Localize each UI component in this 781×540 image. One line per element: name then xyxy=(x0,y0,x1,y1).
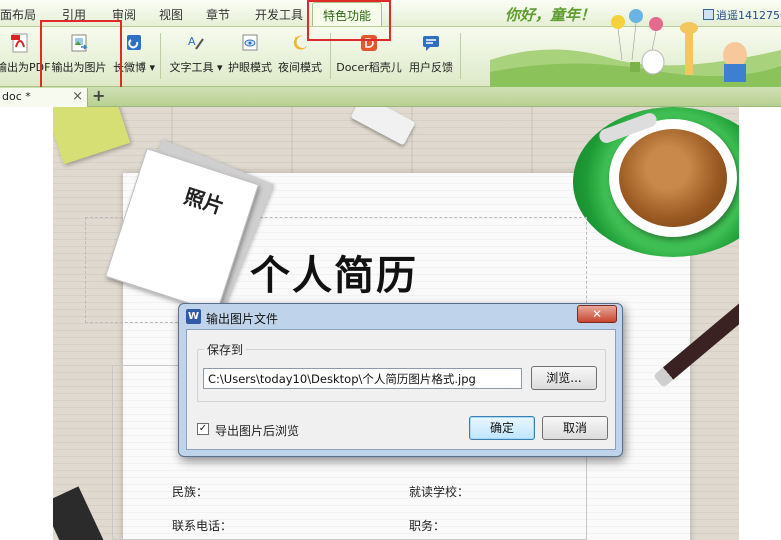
svg-text:A: A xyxy=(188,35,196,48)
feedback-button[interactable]: 用户反馈 xyxy=(406,29,456,85)
docer-label: Docer稻壳儿 xyxy=(336,61,402,74)
eye-mode-button[interactable]: 护眼模式 xyxy=(226,29,274,85)
document-tab[interactable]: doc * × xyxy=(0,88,88,107)
ribbon-separator xyxy=(460,33,461,79)
document-tab-strip: doc * × + xyxy=(0,86,781,107)
export-pdf-button[interactable]: 输出为PDF xyxy=(0,29,51,85)
browse-button[interactable]: 浏览... xyxy=(531,366,597,390)
resume-title[interactable]: 个人简历 xyxy=(250,243,418,301)
menu-tab-developer[interactable]: 开发工具 xyxy=(255,6,303,23)
text-tools-button[interactable]: A 文字工具 ▾ xyxy=(168,29,224,85)
field-school[interactable]: 就读学校： xyxy=(409,483,469,500)
browse-after-export-label[interactable]: 导出图片后浏览 xyxy=(215,422,299,439)
export-image-dialog: W 输出图片文件 ✕ 保存到 浏览... ✓ 导出图片后浏览 确定 取消 xyxy=(178,303,623,457)
coffee-decoration xyxy=(619,129,727,227)
dialog-body: 保存到 浏览... ✓ 导出图片后浏览 确定 取消 xyxy=(186,329,616,450)
text-tools-icon: A xyxy=(188,35,204,50)
document-tab-name: doc * xyxy=(2,90,31,103)
theme-banner: 你好，童年！ 逍遥1412756 xyxy=(490,0,781,87)
export-pdf-label: 输出为PDF xyxy=(0,61,51,74)
save-path-input[interactable] xyxy=(203,368,522,389)
eye-icon xyxy=(242,34,258,51)
text-tools-label: 文字工具 ▾ xyxy=(169,61,223,74)
menu-tab-view[interactable]: 视图 xyxy=(159,6,183,23)
photo-label: 照片 xyxy=(181,183,227,219)
ok-button[interactable]: 确定 xyxy=(469,416,535,440)
field-phone[interactable]: 联系电话： xyxy=(172,517,232,534)
cancel-button[interactable]: 取消 xyxy=(542,416,608,440)
feedback-icon xyxy=(423,36,439,51)
account-icon xyxy=(703,9,714,20)
weibo-icon xyxy=(127,35,141,50)
night-mode-label: 夜间模式 xyxy=(278,61,322,74)
menu-tab-page-layout[interactable]: 页面布局 xyxy=(0,6,36,23)
banner-title: 你好，童年！ xyxy=(505,6,596,24)
sticky-note-decoration xyxy=(53,107,131,165)
field-ethnicity[interactable]: 民族： xyxy=(172,483,208,500)
new-tab-button[interactable]: + xyxy=(92,86,105,105)
save-to-label: 保存到 xyxy=(204,341,247,358)
eye-mode-label: 护眼模式 xyxy=(228,61,272,74)
pen-decoration xyxy=(653,292,739,388)
ribbon-separator xyxy=(160,33,161,79)
highlight-export-image-button xyxy=(40,20,122,91)
phone-decoration xyxy=(53,486,104,540)
highlight-special-features-tab xyxy=(307,0,391,41)
wps-writer-icon: W xyxy=(186,309,201,324)
usb-decoration xyxy=(350,107,416,146)
account-name: 逍遥1412756 xyxy=(716,9,781,22)
pdf-icon xyxy=(11,33,28,53)
account-link[interactable]: 逍遥1412756 xyxy=(703,7,781,23)
dialog-title: 输出图片文件 xyxy=(206,312,279,326)
browse-after-export-checkbox[interactable]: ✓ xyxy=(197,423,209,435)
menu-tab-section[interactable]: 章节 xyxy=(206,6,230,23)
feedback-label: 用户反馈 xyxy=(409,61,453,74)
close-tab-icon[interactable]: × xyxy=(72,89,83,104)
close-icon[interactable]: ✕ xyxy=(577,305,617,323)
field-position[interactable]: 职务： xyxy=(409,517,445,534)
